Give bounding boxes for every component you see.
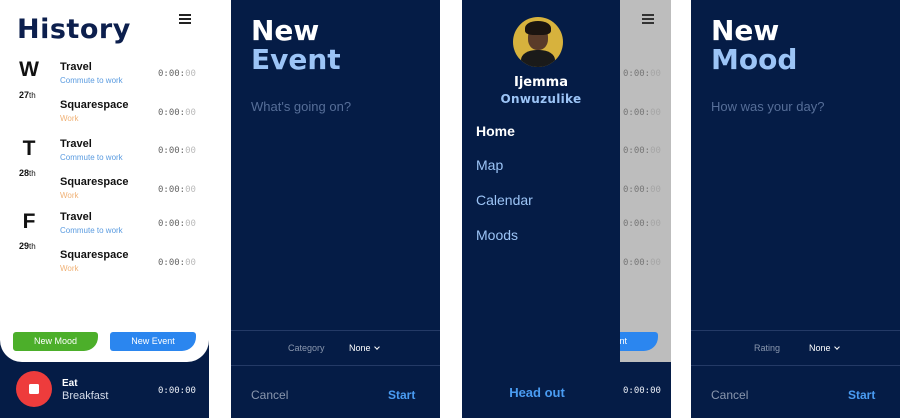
entry-time: 0:00:00 (158, 258, 196, 268)
entry-category: Commute to work (60, 226, 123, 235)
entry-time: 0:00:00 (623, 146, 661, 156)
new-event-button[interactable]: New Event (110, 332, 196, 351)
day-letter: T (22, 137, 36, 160)
cancel-button[interactable]: Cancel (711, 388, 748, 402)
rating-label: Rating (754, 343, 781, 353)
mood-description-input[interactable]: How was your day? (711, 99, 824, 114)
head-out-button[interactable]: Head out (462, 385, 612, 400)
user-last-name: Onwuzulike (500, 92, 582, 106)
day-letter: F (22, 210, 36, 233)
new-mood-screen: New Mood How was your day? Rating None C… (691, 0, 900, 418)
entry-time: 0:00:00 (158, 219, 196, 229)
entry-time: 0:00:00 (623, 258, 661, 268)
entry-time: 0:00:00 (623, 185, 661, 195)
menu-icon[interactable] (179, 14, 191, 24)
entry-time: 0:00:00 (623, 108, 661, 118)
chevron-down-icon (833, 344, 840, 350)
day-letter: W (19, 58, 39, 81)
entry-time: 0:00:00 (158, 185, 196, 195)
start-button[interactable]: Start (848, 388, 875, 402)
entry-name: Squarespace (60, 176, 129, 188)
entry-category: Work (60, 264, 79, 273)
nav-item-home[interactable]: Home (476, 123, 515, 139)
chevron-down-icon (373, 344, 380, 350)
divider (691, 365, 900, 366)
entry-name: Squarespace (60, 99, 129, 111)
category-select[interactable]: None (349, 343, 380, 353)
divider (231, 365, 440, 366)
nav-drawer: Ijemma Onwuzulike Home Map Calendar Mood… (462, 0, 620, 418)
entry-name: Travel (60, 138, 92, 150)
stop-button[interactable] (16, 371, 52, 407)
page-title: New Mood (711, 14, 798, 76)
nav-item-calendar[interactable]: Calendar (476, 192, 533, 208)
current-timer: 0:00:00 (158, 386, 196, 396)
entry-time: 0:00:00 (158, 108, 196, 118)
nav-item-map[interactable]: Map (476, 157, 503, 173)
history-screen: History W 27th T 28th F 29th Travel Comm… (0, 0, 209, 418)
cancel-button[interactable]: Cancel (251, 388, 288, 402)
rating-select[interactable]: None (809, 343, 840, 353)
entry-category: Work (60, 191, 79, 200)
user-first-name: Ijemma (514, 75, 568, 90)
avatar[interactable] (513, 17, 563, 67)
history-sheet: History W 27th T 28th F 29th Travel Comm… (0, 0, 209, 362)
entry-time: 0:00:00 (623, 219, 661, 229)
entry-category: Commute to work (60, 153, 123, 162)
stop-icon (29, 384, 39, 394)
new-event-screen: New Event What's going on? Category None… (231, 0, 440, 418)
event-description-input[interactable]: What's going on? (251, 99, 351, 114)
day-number: 28th (19, 168, 36, 178)
entry-category: Work (60, 114, 79, 123)
entry-time: 0:00:00 (623, 69, 661, 79)
entry-time: 0:00:00 (158, 69, 196, 79)
category-label: Category (288, 343, 325, 353)
day-number: 27th (19, 90, 36, 100)
nav-item-moods[interactable]: Moods (476, 227, 518, 243)
divider (231, 330, 440, 331)
page-title: New Event (251, 14, 341, 76)
divider (691, 330, 900, 331)
entry-name: Travel (60, 61, 92, 73)
entry-category: Commute to work (60, 76, 123, 85)
entry-name: Squarespace (60, 249, 129, 261)
drawer-screen: 0:00:00 0:00:00 0:00:00 0:00:00 0:00:00 … (462, 0, 671, 418)
page-title: History (17, 14, 131, 45)
day-number: 29th (19, 241, 36, 251)
start-button[interactable]: Start (388, 388, 415, 402)
current-activity-sub: Breakfast (62, 390, 109, 402)
current-activity-name: Eat (62, 378, 78, 389)
entry-time: 0:00:00 (158, 146, 196, 156)
current-timer: 0:00:00 (623, 386, 661, 396)
new-mood-button[interactable]: New Mood (13, 332, 98, 351)
entry-name: Travel (60, 211, 92, 223)
menu-icon[interactable] (642, 14, 654, 24)
